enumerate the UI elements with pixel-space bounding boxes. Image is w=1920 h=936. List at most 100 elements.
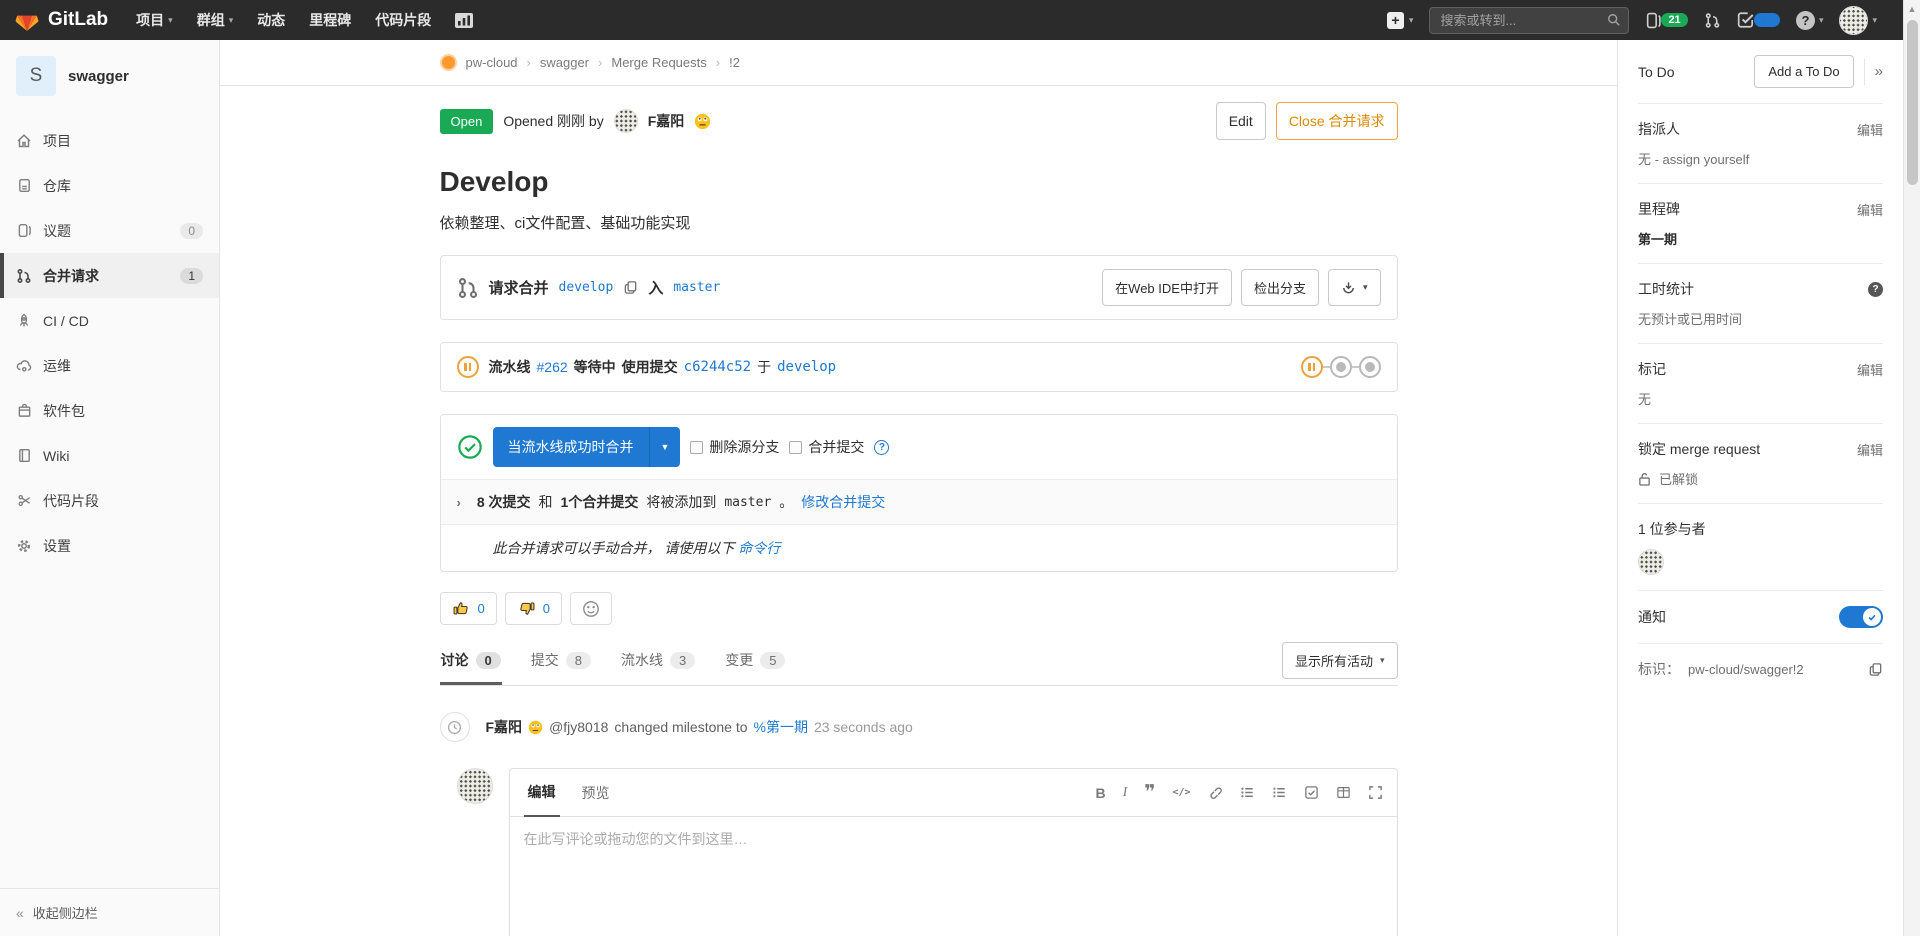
participant-avatar[interactable] xyxy=(1638,549,1664,575)
breadcrumb-ref[interactable]: !2 xyxy=(729,55,740,70)
note-author[interactable]: F嘉阳 xyxy=(486,717,523,737)
commit-sha-link[interactable]: c6244c52 xyxy=(684,359,751,375)
user-menu[interactable]: ▾ xyxy=(1839,6,1877,35)
fullscreen-icon[interactable] xyxy=(1368,785,1383,800)
assignee-value[interactable]: 无 - assign yourself xyxy=(1638,149,1883,168)
nav-menu-projects[interactable]: 项目 ▾ xyxy=(126,0,183,40)
notifications-toggle[interactable] xyxy=(1839,606,1883,628)
checkout-branch-button[interactable]: 检出分支 xyxy=(1241,269,1319,306)
copy-reference-icon[interactable] xyxy=(1868,662,1883,677)
code-icon[interactable]: </> xyxy=(1172,787,1190,798)
pipeline-branch-link[interactable]: develop xyxy=(777,359,836,375)
sidebar-item-wiki[interactable]: Wiki xyxy=(0,433,219,478)
assignee-edit-link[interactable]: 编辑 xyxy=(1857,120,1883,139)
thumbs-up-button[interactable]: 0 xyxy=(440,592,497,625)
merge-options-caret[interactable]: ▼ xyxy=(649,427,681,467)
sidebar-item-settings[interactable]: 设置 xyxy=(0,523,219,568)
project-avatar: S xyxy=(16,56,56,96)
bullet-list-icon[interactable] xyxy=(1240,785,1255,800)
merge-when-pipeline-succeeds-button[interactable]: 当流水线成功时合并 ▼ xyxy=(493,427,681,467)
comment-form: 编辑 预览 B I ❞ </> xyxy=(440,768,1398,936)
breadcrumb-project[interactable]: swagger xyxy=(540,55,589,70)
author-name[interactable]: F嘉阳 xyxy=(648,111,685,131)
chevron-right-icon[interactable]: › xyxy=(457,495,461,510)
nav-menu-milestones[interactable]: 里程碑 xyxy=(299,0,361,40)
time-tracking-help-icon[interactable]: ? xyxy=(1868,282,1883,297)
page-scrollbar[interactable]: ▲ xyxy=(1903,0,1920,936)
sidebar-item-packages[interactable]: 软件包 xyxy=(0,388,219,433)
project-context[interactable]: S swagger xyxy=(0,40,219,112)
tab-commits[interactable]: 提交 8 xyxy=(530,635,592,685)
collapse-sidebar-button[interactable]: « 收起侧边栏 xyxy=(0,888,219,936)
breadcrumb-group[interactable]: pw-cloud xyxy=(466,55,518,70)
stage-created-icon[interactable] xyxy=(1359,356,1381,378)
sidebar-item-cicd[interactable]: CI / CD xyxy=(0,298,219,343)
brand-title[interactable]: GitLab xyxy=(48,9,108,31)
download-dropdown-button[interactable]: ▾ xyxy=(1328,269,1381,306)
milestone-edit-link[interactable]: 编辑 xyxy=(1857,200,1883,219)
mini-pipeline-graph xyxy=(1301,356,1381,378)
stage-paused-icon[interactable] xyxy=(1301,356,1323,378)
sidebar-item-repository[interactable]: 仓库 xyxy=(0,163,219,208)
sidebar-item-project[interactable]: 项目 xyxy=(0,118,219,163)
scrollbar-thumb[interactable] xyxy=(1907,20,1918,185)
blockquote-icon[interactable]: ❞ xyxy=(1144,788,1155,798)
activity-filter-dropdown[interactable]: 显示所有活动 ▾ xyxy=(1282,642,1398,679)
breadcrumb-section[interactable]: Merge Requests xyxy=(611,55,706,70)
labels-value: 无 xyxy=(1638,389,1883,408)
labels-edit-link[interactable]: 编辑 xyxy=(1857,360,1883,379)
tab-changes[interactable]: 变更 5 xyxy=(724,635,786,685)
open-in-web-ide-button[interactable]: 在Web IDE中打开 xyxy=(1102,269,1232,306)
italic-icon[interactable]: I xyxy=(1123,785,1128,801)
nav-menu-groups[interactable]: 群组 ▾ xyxy=(187,0,244,40)
command-line-link[interactable]: 命令行 xyxy=(738,540,780,556)
sidebar-item-issues[interactable]: 议题 0 xyxy=(0,208,219,253)
stage-created-icon[interactable] xyxy=(1330,356,1352,378)
source-branch-link[interactable]: develop xyxy=(559,280,614,295)
milestone-value[interactable]: 第一期 xyxy=(1638,229,1883,248)
merge-requests-nav-button[interactable] xyxy=(1704,12,1721,29)
lock-edit-link[interactable]: 编辑 xyxy=(1857,440,1883,459)
add-emoji-button[interactable] xyxy=(570,592,612,625)
remove-source-branch-checkbox[interactable] xyxy=(690,441,703,454)
scrollbar-up-arrow[interactable]: ▲ xyxy=(1904,0,1920,14)
thumbs-down-button[interactable]: 0 xyxy=(505,592,562,625)
numbered-list-icon[interactable] xyxy=(1272,785,1287,800)
task-list-icon[interactable] xyxy=(1304,785,1319,800)
squash-commits-checkbox[interactable] xyxy=(789,441,802,454)
author-avatar[interactable] xyxy=(614,109,638,133)
squash-help-icon[interactable]: ? xyxy=(874,440,889,455)
table-icon[interactable] xyxy=(1336,785,1351,800)
close-merge-request-button[interactable]: Close 合并请求 xyxy=(1276,102,1398,140)
todos-nav-button[interactable]: 14 xyxy=(1737,11,1780,29)
tab-preview[interactable]: 预览 xyxy=(578,770,614,816)
note-username: @fjy8018 xyxy=(549,719,608,735)
help-menu[interactable]: ? ▾ xyxy=(1796,11,1824,30)
modify-merge-commit-link[interactable]: 修改合并提交 xyxy=(801,492,885,512)
comment-textarea[interactable] xyxy=(510,817,1397,936)
search-input[interactable] xyxy=(1429,7,1629,34)
target-branch-link[interactable]: master xyxy=(673,280,720,295)
link-icon[interactable] xyxy=(1208,785,1223,800)
tab-discussion[interactable]: 讨论 0 xyxy=(440,635,502,685)
project-name: swagger xyxy=(68,68,129,85)
bold-icon[interactable]: B xyxy=(1095,785,1105,801)
pipeline-number-link[interactable]: #262 xyxy=(537,359,568,375)
sidebar-item-snippets[interactable]: 代码片段 xyxy=(0,478,219,523)
tab-pipelines[interactable]: 流水线 3 xyxy=(620,635,696,685)
tab-write[interactable]: 编辑 xyxy=(524,769,560,817)
collapse-right-sidebar-icon[interactable]: » xyxy=(1875,63,1883,80)
add-todo-button[interactable]: Add a To Do xyxy=(1754,55,1853,88)
charts-icon[interactable] xyxy=(445,0,483,40)
issues-nav-button[interactable]: 21 xyxy=(1645,12,1687,29)
nav-menu-snippets[interactable]: 代码片段 xyxy=(365,0,441,40)
gitlab-logo-icon[interactable] xyxy=(14,7,40,33)
edit-button[interactable]: Edit xyxy=(1216,102,1266,140)
nav-menu-activity[interactable]: 动态 xyxy=(247,0,295,40)
new-item-menu[interactable]: + ▾ xyxy=(1387,12,1414,29)
sidebar-item-merge-requests[interactable]: 合并请求 1 xyxy=(0,253,219,298)
sidebar-item-operations[interactable]: 运维 xyxy=(0,343,219,388)
milestone-link[interactable]: %第一期 xyxy=(754,717,808,737)
unlock-icon xyxy=(1638,472,1651,486)
copy-icon[interactable] xyxy=(623,280,638,295)
